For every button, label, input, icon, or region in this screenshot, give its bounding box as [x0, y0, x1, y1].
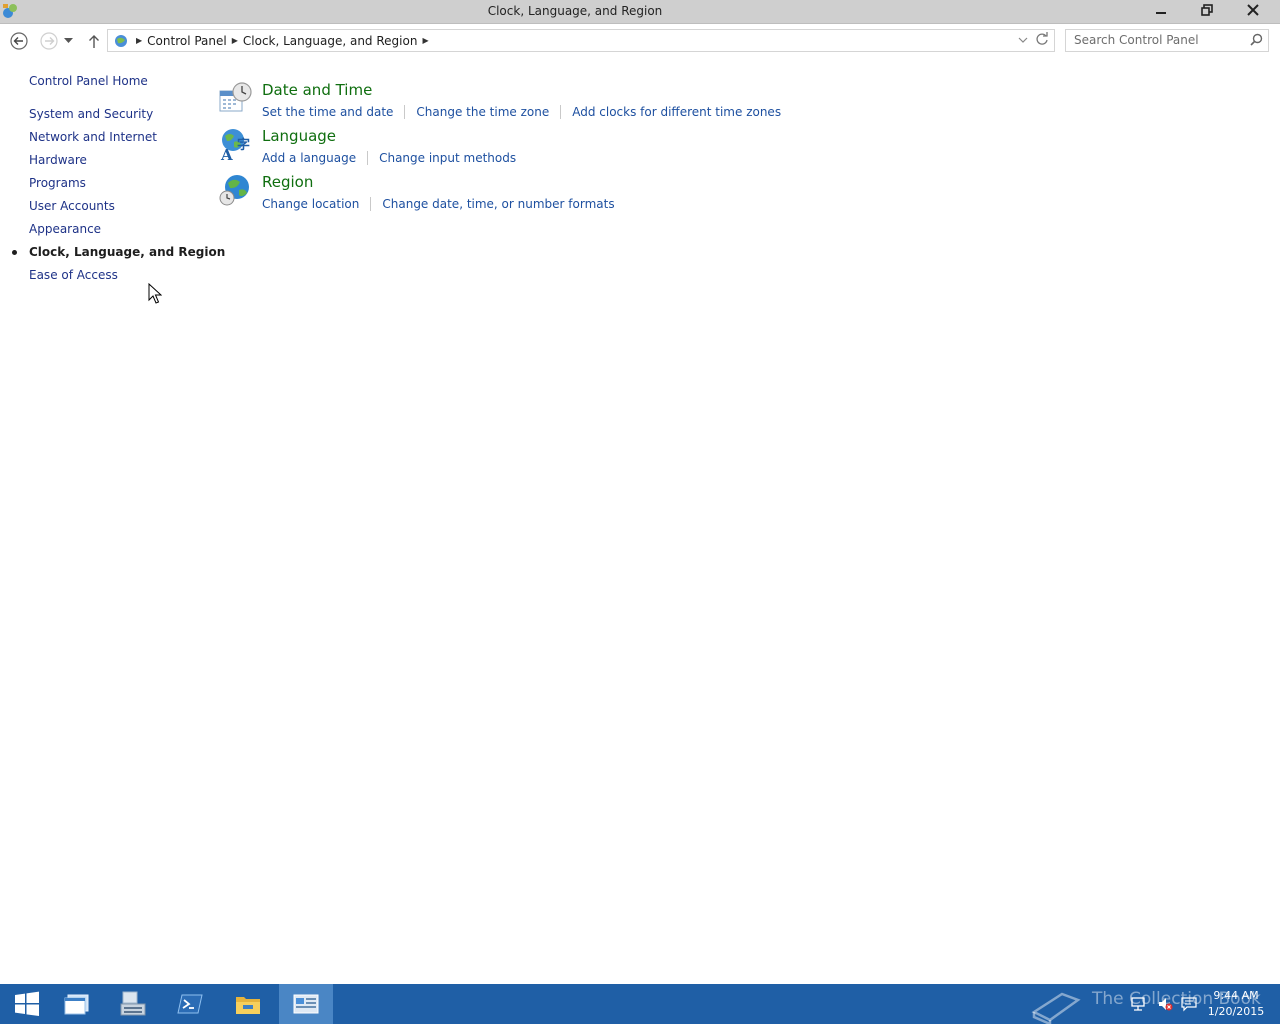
breadcrumb-separator-icon: ▶	[136, 36, 143, 45]
speaker-muted-icon[interactable]	[1157, 996, 1173, 1012]
category-date-and-time: Date and Time Set the time and date Chan…	[218, 81, 818, 121]
svg-text:字: 字	[237, 137, 250, 153]
taskbar-explorer-windows[interactable]	[50, 984, 104, 1024]
folder-icon	[236, 997, 260, 1014]
breadcrumb-separator-icon[interactable]: ▶	[232, 36, 238, 45]
clock-date: 1/20/2015	[1207, 1005, 1265, 1018]
taskbar-server-manager[interactable]	[106, 984, 160, 1024]
windows-explorer-icon	[64, 994, 89, 1015]
taskbar-file-explorer[interactable]	[221, 984, 275, 1024]
link-change-input-methods[interactable]: Change input methods	[379, 151, 516, 165]
region-globe-icon	[219, 175, 249, 206]
category-language: A 字 Language Add a language Change input…	[218, 127, 818, 167]
nav-item-user-accounts[interactable]: User Accounts	[29, 199, 115, 213]
recent-pages-button[interactable]	[61, 31, 75, 51]
language-links: Add a language Change input methods	[262, 151, 516, 165]
nav-item-programs[interactable]: Programs	[29, 176, 86, 190]
nav-item-network-and-internet[interactable]: Network and Internet	[29, 130, 157, 144]
control-panel-home-link[interactable]: Control Panel Home	[29, 74, 148, 88]
nav-item-ease-of-access[interactable]: Ease of Access	[29, 268, 118, 282]
link-divider	[560, 105, 562, 119]
minimize-icon	[1156, 12, 1166, 14]
control-panel-small-icon	[115, 34, 127, 47]
svg-text:A: A	[220, 146, 233, 161]
link-change-formats[interactable]: Change date, time, or number formats	[382, 197, 614, 211]
search-box[interactable]	[1065, 29, 1269, 52]
powershell-icon	[177, 994, 203, 1014]
language-title[interactable]: Language	[262, 127, 336, 145]
calendar-clock-icon	[219, 82, 252, 112]
windows-logo-icon	[15, 991, 39, 1016]
taskbar: The Collection Book 9:44 AM 1/20/2015	[0, 984, 1280, 1024]
link-divider	[404, 105, 406, 119]
active-item-bullet	[12, 250, 17, 255]
search-icon[interactable]	[1250, 33, 1263, 46]
mouse-pointer-icon	[148, 283, 162, 304]
search-input[interactable]	[1074, 33, 1244, 47]
nav-item-clock-language-region[interactable]: Clock, Language, and Region	[29, 245, 225, 259]
restore-button[interactable]	[1184, 0, 1230, 20]
region-title[interactable]: Region	[262, 173, 313, 191]
nav-item-hardware[interactable]: Hardware	[29, 153, 87, 167]
book-logo-icon	[1031, 992, 1081, 1024]
date-and-time-links: Set the time and date Change the time zo…	[262, 105, 781, 119]
link-add-clocks[interactable]: Add clocks for different time zones	[572, 105, 781, 119]
category-region: Region Change location Change date, time…	[218, 173, 818, 213]
close-button[interactable]	[1230, 0, 1276, 20]
network-icon[interactable]	[1130, 996, 1146, 1012]
up-button[interactable]	[83, 31, 105, 51]
breadcrumb-clock-language-region[interactable]: Clock, Language, and Region	[243, 34, 418, 48]
link-divider	[370, 197, 372, 211]
address-bar[interactable]: ▶ Control Panel ▶ Clock, Language, and R…	[107, 29, 1055, 52]
breadcrumb-control-panel[interactable]: Control Panel	[147, 34, 227, 48]
navigation-bar: ▶ Control Panel ▶ Clock, Language, and R…	[0, 24, 1280, 58]
link-set-time-and-date[interactable]: Set the time and date	[262, 105, 393, 119]
minimize-button[interactable]	[1138, 0, 1184, 20]
address-dropdown-icon[interactable]	[1018, 33, 1028, 47]
link-add-language[interactable]: Add a language	[262, 151, 356, 165]
link-change-time-zone[interactable]: Change the time zone	[416, 105, 549, 119]
clock-time: 9:44 AM	[1213, 989, 1259, 1002]
language-globe-icon: A 字	[220, 129, 250, 161]
taskbar-clock[interactable]: 9:44 AM 1/20/2015	[1196, 988, 1276, 1020]
action-center-icon[interactable]	[1181, 996, 1197, 1012]
start-button[interactable]	[0, 984, 54, 1024]
taskbar-powershell[interactable]	[163, 984, 217, 1024]
forward-button[interactable]	[38, 31, 60, 51]
nav-item-appearance[interactable]: Appearance	[29, 222, 101, 236]
refresh-icon[interactable]	[1035, 32, 1049, 46]
back-button[interactable]	[8, 31, 30, 51]
window-title: Clock, Language, and Region	[487, 4, 663, 18]
nav-item-system-and-security[interactable]: System and Security	[29, 107, 153, 121]
link-change-location[interactable]: Change location	[262, 197, 359, 211]
up-arrow-icon	[89, 35, 99, 48]
date-and-time-title[interactable]: Date and Time	[262, 81, 372, 99]
server-manager-icon	[120, 991, 146, 1016]
chevron-down-icon	[63, 38, 73, 43]
link-divider	[367, 151, 369, 165]
restore-icon	[1201, 4, 1213, 16]
region-links: Change location Change date, time, or nu…	[262, 197, 615, 211]
control-panel-icon	[293, 994, 319, 1014]
taskbar-control-panel[interactable]	[279, 984, 333, 1024]
close-icon	[1247, 4, 1259, 16]
back-arrow-icon	[10, 32, 28, 50]
title-bar: Clock, Language, and Region	[0, 0, 1280, 24]
breadcrumb-separator-icon[interactable]: ▶	[422, 36, 428, 45]
forward-arrow-icon	[40, 32, 58, 50]
